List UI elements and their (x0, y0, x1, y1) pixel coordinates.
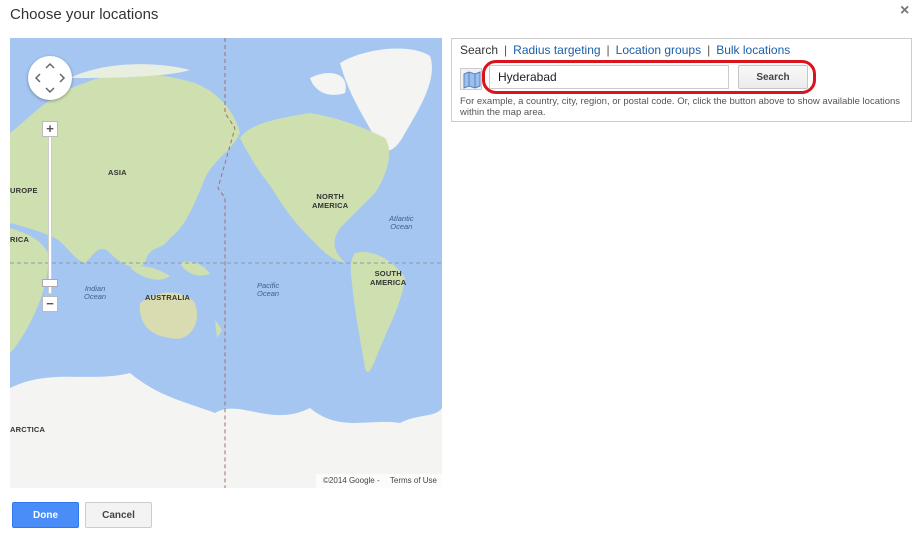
map-label-south-america: SOUTH AMERICA (370, 269, 407, 287)
close-icon[interactable]: × (900, 2, 909, 20)
map-label-antarctica: ARCTICA (10, 425, 46, 434)
map-label-asia: ASIA (108, 168, 127, 177)
search-hint: For example, a country, city, region, or… (460, 96, 901, 118)
map-label-australia: AUSTRALIA (145, 293, 191, 302)
map-attribution: ©2014 Google - Terms of Use (316, 474, 442, 488)
tab-separator: | (606, 43, 610, 57)
search-panel: Search | Radius targeting | Location groups |… (451, 38, 912, 122)
map-label-indian: Indian Ocean (84, 284, 107, 301)
map-label-north-america: NORTH AMERICA (312, 192, 349, 210)
map-label-pacific: Pacific Ocean (257, 281, 280, 298)
zoom-slider-handle[interactable] (42, 279, 58, 287)
zoom-slider-track[interactable] (48, 134, 52, 294)
map-label-atlantic: Atlantic Ocean (389, 214, 414, 231)
dialog-title: Choose your locations (10, 6, 159, 23)
location-search-input[interactable] (489, 65, 729, 89)
tab-separator: | (504, 43, 508, 57)
pan-control[interactable] (28, 56, 72, 100)
tab-radius-targeting[interactable]: Radius targeting (513, 43, 600, 57)
zoom-in-button[interactable]: + (42, 121, 58, 137)
search-tabs: Search | Radius targeting | Location groups |… (460, 43, 790, 57)
cancel-button[interactable]: Cancel (85, 502, 152, 528)
tab-bulk-locations[interactable]: Bulk locations (716, 43, 790, 57)
zoom-out-button[interactable]: − (42, 296, 58, 312)
map-area[interactable]: + − UROPE ASIA RICA NORTH AMERICA SOUTH … (10, 38, 442, 488)
terms-link[interactable]: Terms of Use (390, 476, 437, 485)
done-button[interactable]: Done (12, 502, 79, 528)
pan-arrows-icon (34, 62, 66, 94)
show-map-locations-button[interactable] (460, 68, 482, 90)
world-map-graphic (10, 38, 442, 488)
search-button[interactable]: Search (738, 65, 808, 89)
tab-separator: | (707, 43, 711, 57)
map-label-africa: RICA (10, 235, 30, 244)
attribution-text: ©2014 Google - (323, 476, 380, 485)
map-icon (463, 71, 481, 89)
tab-search[interactable]: Search (460, 43, 498, 57)
map-label-europe: UROPE (10, 186, 38, 195)
tab-location-groups[interactable]: Location groups (616, 43, 701, 57)
